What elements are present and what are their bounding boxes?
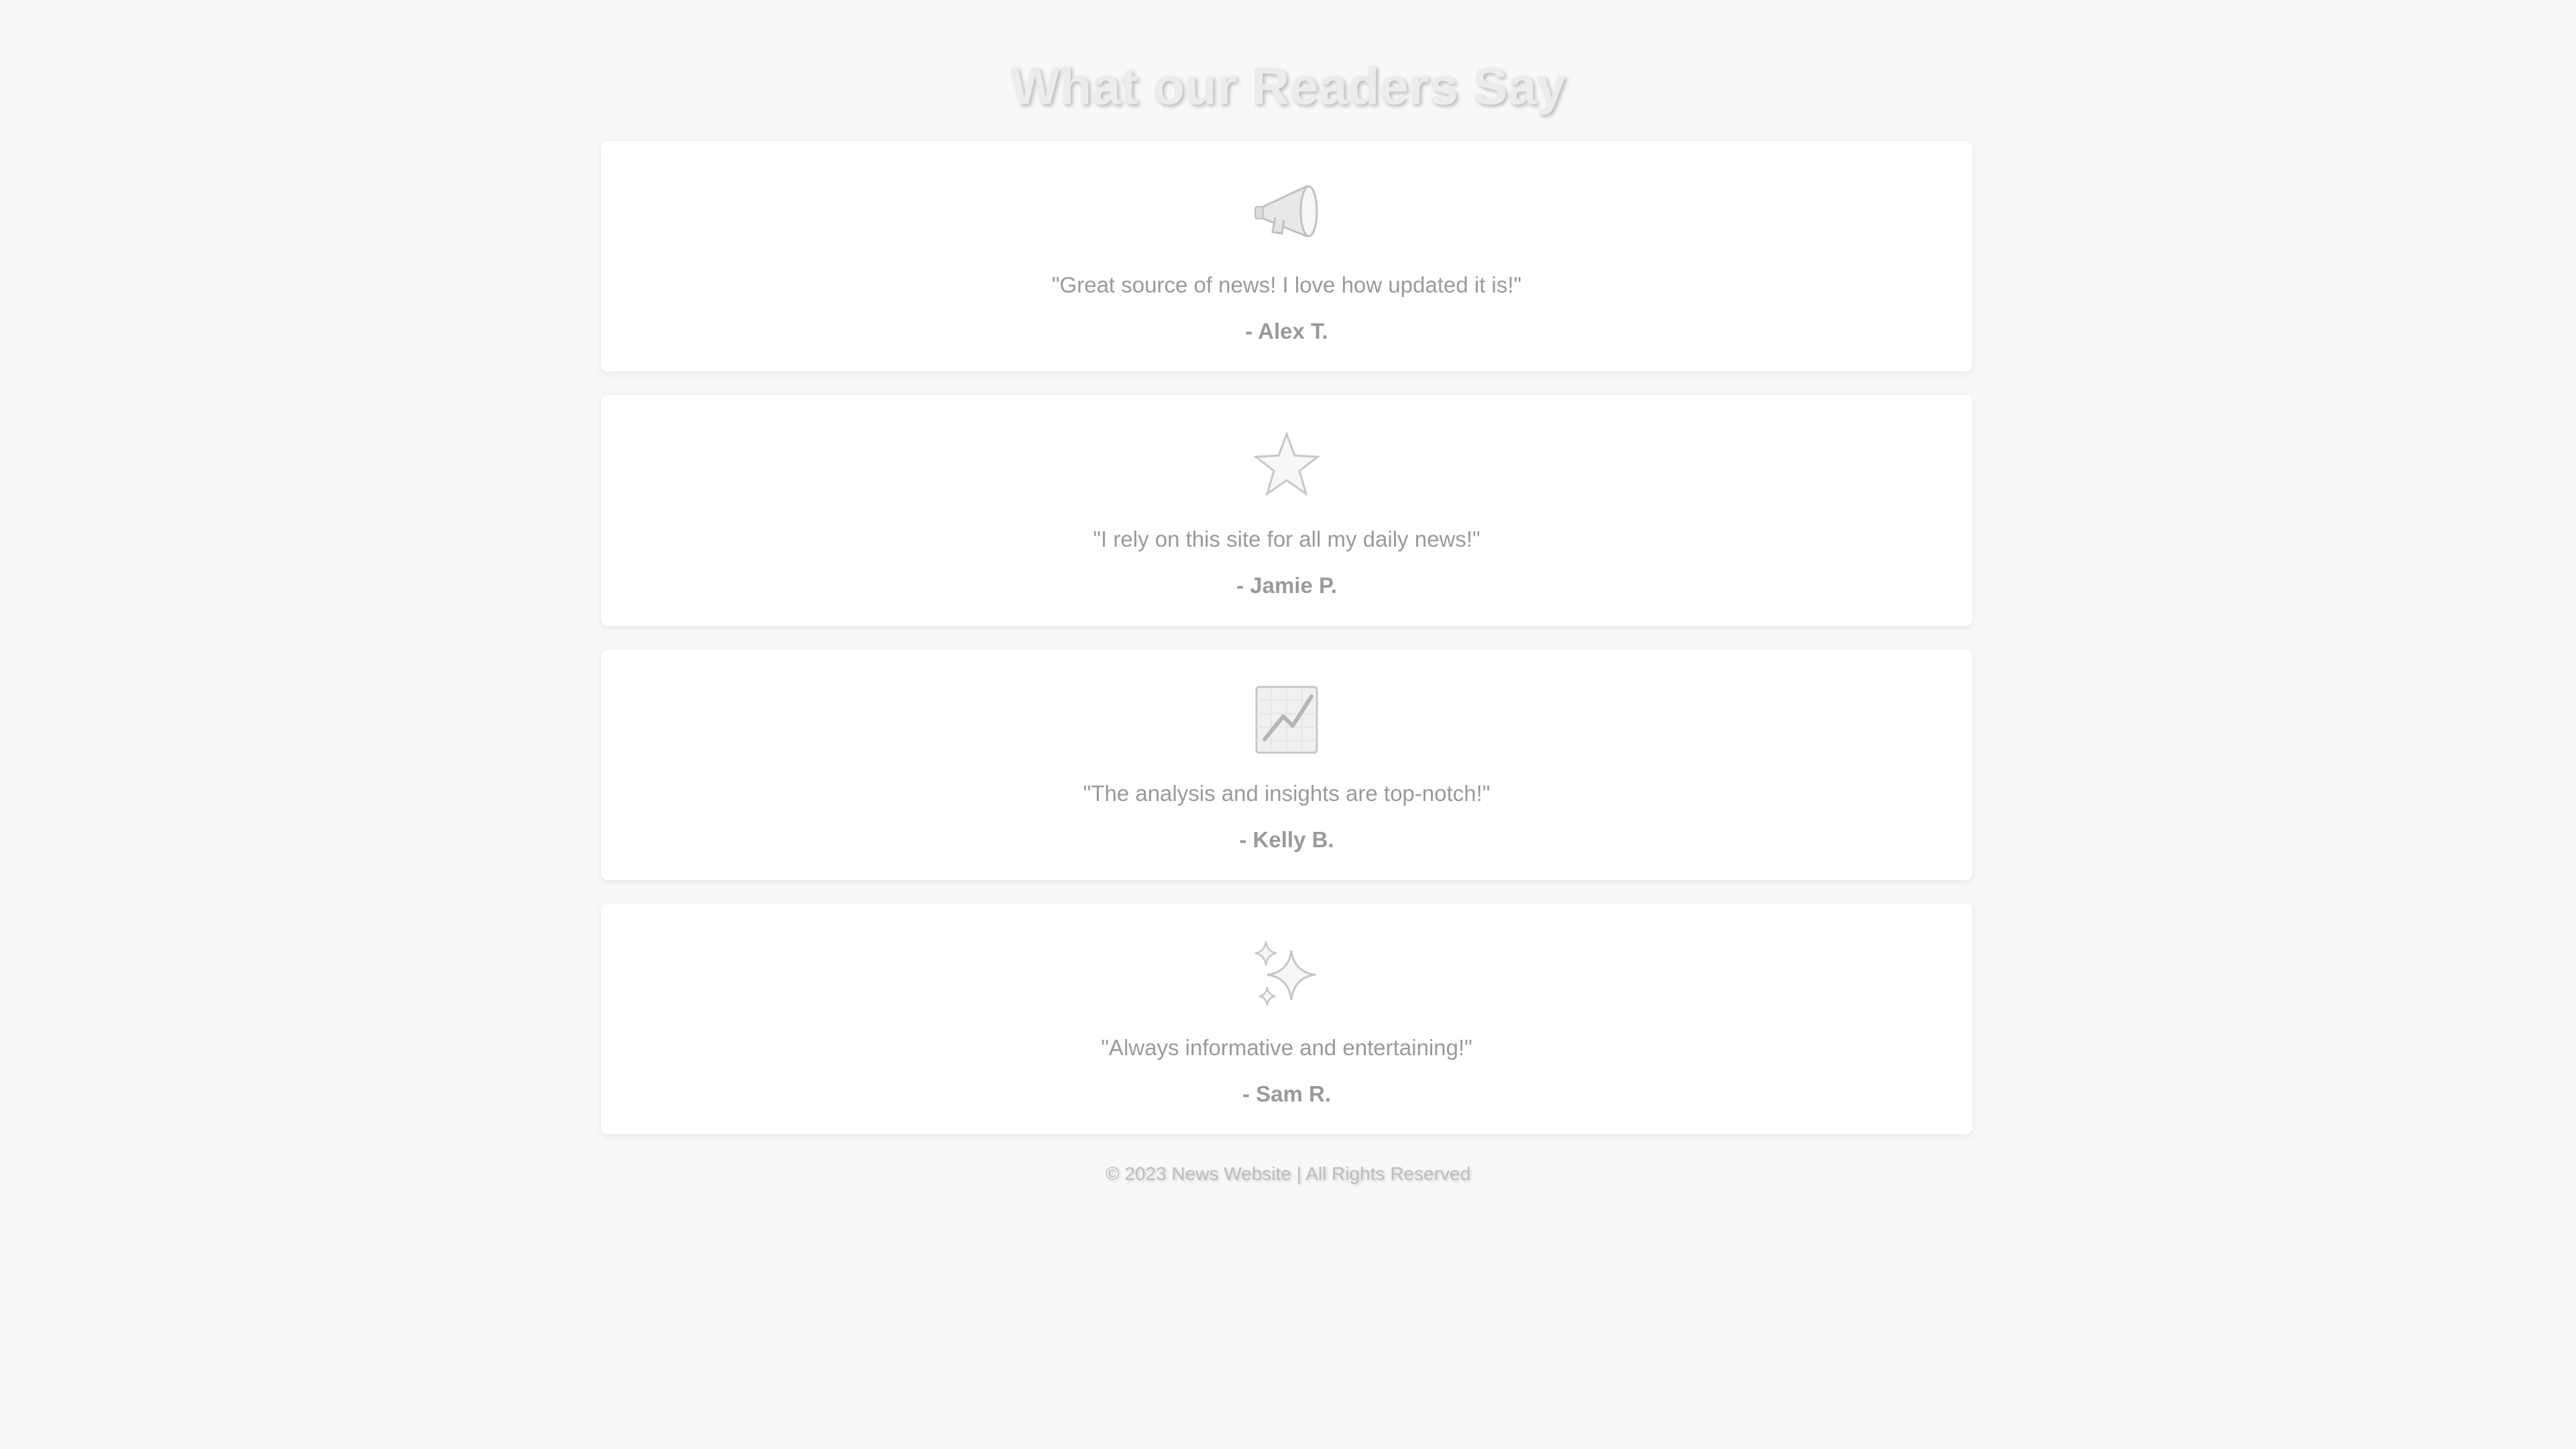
testimonial-list: "Great source of news! I love how update… xyxy=(601,141,1972,1158)
chart-increasing-icon xyxy=(601,683,1972,757)
testimonial-quote: "I rely on this site for all my daily ne… xyxy=(1093,527,1481,551)
testimonial-quote: "Always informative and entertaining!" xyxy=(1101,1035,1472,1060)
testimonial-author: - Sam R. xyxy=(1242,1081,1332,1106)
testimonial-author: - Alex T. xyxy=(1245,319,1328,343)
testimonial-author: - Kelly B. xyxy=(1239,827,1334,852)
testimonial-quote: "The analysis and insights are top-notch… xyxy=(1083,781,1491,806)
megaphone-icon xyxy=(601,174,1972,248)
testimonials-page: What our Readers Say "Great source of ne… xyxy=(0,0,2576,1449)
testimonial-card: "The analysis and insights are top-notch… xyxy=(601,649,1972,880)
testimonial-card: "Great source of news! I love how update… xyxy=(601,141,1972,372)
testimonial-author: - Jamie P. xyxy=(1236,573,1337,598)
footer-copyright: © 2023 News Website | All Rights Reserve… xyxy=(1105,1163,1471,1184)
testimonial-card: "Always informative and entertaining!" -… xyxy=(601,904,1972,1134)
sparkles-icon xyxy=(601,937,1972,1011)
star-icon xyxy=(601,429,1972,502)
testimonial-quote: "Great source of news! I love how update… xyxy=(1051,272,1522,297)
testimonial-card: "I rely on this site for all my daily ne… xyxy=(601,395,1972,626)
page-title: What our Readers Say xyxy=(1010,56,1566,115)
